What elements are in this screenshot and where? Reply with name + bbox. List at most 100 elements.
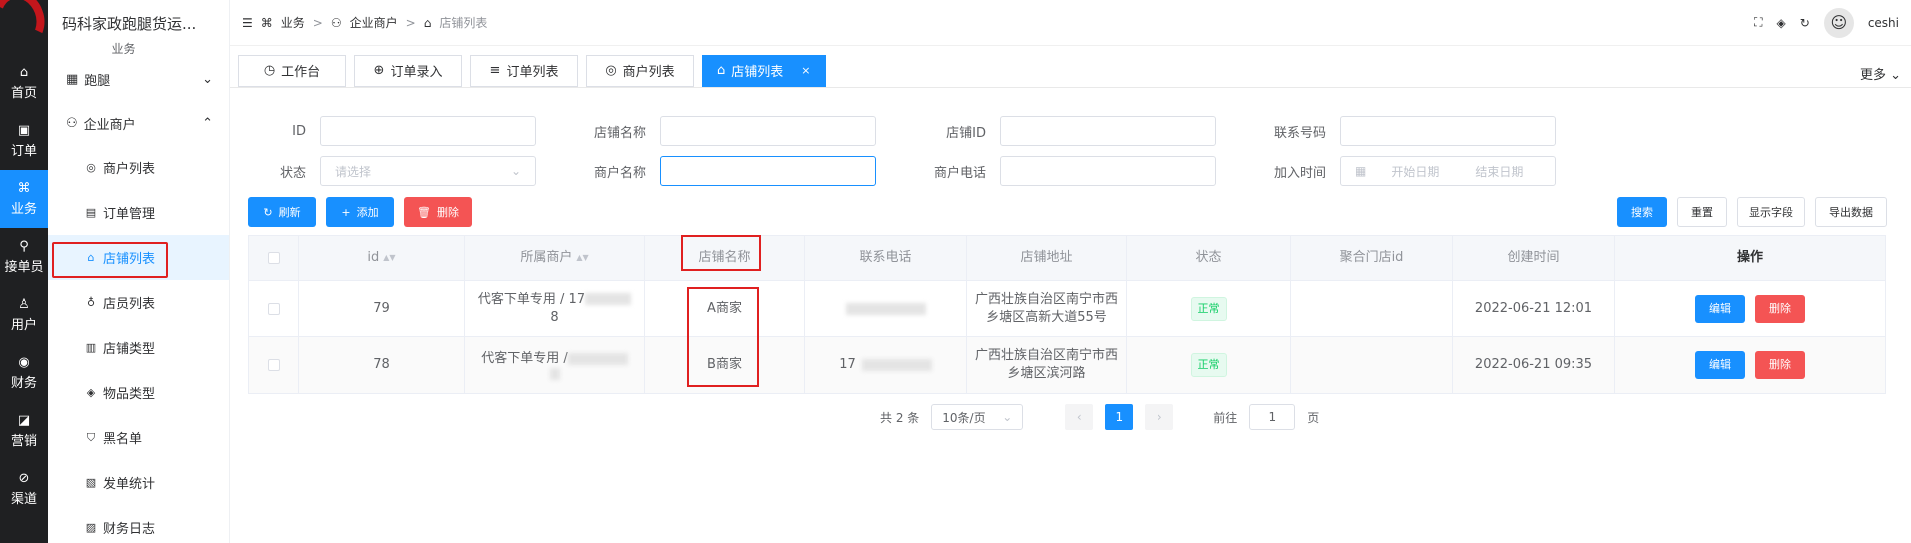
sort-icon[interactable]: ▲▼ (576, 249, 588, 267)
shop-table: id ▲▼ 所属商户 ▲▼ 店铺名称 联系电话 店铺地址 状态 聚合门店id 创建时… (248, 235, 1886, 394)
menu-item-label: 发单统计 (103, 477, 156, 492)
order-icon: ▣ (17, 122, 31, 138)
merchant-text: 代客下单专用 / (481, 351, 568, 366)
page-unit-label: 页 (1307, 410, 1320, 425)
fullscreen-icon[interactable]: ⛶ (1754, 15, 1762, 30)
rail-item-home[interactable]: ⌂ 首页 (0, 54, 48, 112)
rail-item-finance[interactable]: ◉ 财务 (0, 344, 48, 402)
rail-item-orders[interactable]: ▣ 订单 (0, 112, 48, 170)
row-checkbox[interactable] (267, 302, 280, 315)
refresh-button[interactable]: ↻ 刷新 (248, 197, 316, 227)
edit-button[interactable]: 编辑 (1695, 351, 1745, 379)
export-button[interactable]: 导出数据 (1815, 197, 1887, 227)
select-all-checkbox[interactable] (267, 252, 280, 264)
col-status: 状态 (1127, 236, 1291, 280)
menu-item-finance-log[interactable]: ▨ 财务日志 (48, 505, 229, 543)
goto-page-input[interactable]: 1 (1249, 404, 1296, 430)
breadcrumb-item[interactable]: 业务 (281, 14, 305, 31)
theme-icon[interactable]: ◈ (1777, 16, 1786, 30)
tab-order-list[interactable]: ≡ 订单列表 (470, 54, 578, 87)
business-icon: ⌘ (17, 180, 31, 196)
cell-address: 广西壮族自治区南宁市西乡塘区滨河路 (967, 337, 1127, 393)
cell-id: 79 (299, 281, 465, 336)
button-label: 显示字段 (1749, 206, 1793, 219)
rail-item-users[interactable]: ♙ 用户 (0, 286, 48, 344)
rail-label: 渠道 (10, 491, 37, 507)
shop-id-input[interactable] (1000, 116, 1216, 146)
filter-label: 店铺名称 (593, 125, 646, 141)
row-delete-button[interactable]: 删除 (1755, 351, 1805, 379)
show-fields-button[interactable]: 显示字段 (1737, 197, 1805, 227)
menu-item-stats[interactable]: ▧ 发单统计 (48, 460, 229, 505)
close-icon[interactable]: × (801, 64, 810, 77)
prev-page-button[interactable]: ‹ (1065, 404, 1094, 430)
merchant-crumb-icon: ⚇ (330, 15, 342, 30)
menu-item-shop-list[interactable]: ⌂ 店铺列表 (48, 235, 229, 280)
row-delete-button[interactable]: 删除 (1755, 294, 1805, 323)
menu-group-label: 企业商户 (83, 117, 136, 133)
top-header: ☰ ⌘ 业务 > ⚇ 企业商户 > ⌂ 店铺列表 ⛶ ◈ ↻ ☺ ceshi (230, 0, 1911, 46)
phone-input[interactable] (1340, 116, 1556, 146)
tab-label: 工作台 (281, 65, 321, 80)
chevron-down-icon: ⌄ (1885, 68, 1901, 83)
breadcrumb-item[interactable]: 企业商户 (350, 14, 398, 31)
menu-toggle-icon[interactable]: ☰ (242, 16, 253, 30)
row-checkbox[interactable] (267, 359, 280, 371)
id-input[interactable] (320, 116, 536, 146)
shop-name-input[interactable] (660, 116, 876, 146)
shop-icon: ⌂ (717, 63, 726, 78)
menu-item-label: 店铺类型 (103, 342, 156, 357)
rail-label: 财务 (10, 375, 37, 391)
table-row: 78 代客下单专用 / B商家 17 广西壮族自治区南宁市西乡塘区滨河路 正常 … (249, 337, 1885, 393)
menu-item-goods-type[interactable]: ◈ 物品类型 (48, 370, 229, 415)
tab-order-entry[interactable]: ⊕ 订单录入 (354, 54, 462, 87)
refresh-icon[interactable]: ↻ (1800, 16, 1810, 30)
cell-id: 78 (299, 337, 465, 393)
next-page-button[interactable]: › (1145, 404, 1174, 430)
plus-icon: + (341, 205, 351, 219)
menu-item-blacklist[interactable]: ⛉ 黑名单 (48, 415, 229, 460)
add-button[interactable]: + 添加 (326, 197, 394, 227)
menu-item-clerk-list[interactable]: ♁ 店员列表 (48, 280, 229, 325)
business-crumb-icon: ⌘ (260, 15, 273, 30)
menu-item-merchant-list[interactable]: ◎ 商户列表 (48, 145, 229, 190)
col-phone: 联系电话 (805, 236, 967, 280)
reset-button[interactable]: 重置 (1677, 197, 1727, 227)
chart-icon: ▧ (85, 476, 97, 489)
rail-item-riders[interactable]: ⚲ 接单员 (0, 228, 48, 286)
menu-group-merchant[interactable]: ⚇ 企业商户 ⌃ (48, 101, 229, 145)
status-select[interactable]: 请选择 ⌄ (320, 156, 536, 186)
page-size-select[interactable]: 10条/页 ⌄ (931, 404, 1024, 430)
search-button[interactable]: 搜索 (1617, 197, 1667, 227)
date-range-picker[interactable]: ▦ 开始日期 结束日期 (1340, 156, 1556, 186)
more-tabs-button[interactable]: 更多 ⌄ (1860, 64, 1901, 83)
tab-workbench[interactable]: ◷ 工作台 (238, 54, 346, 87)
tab-shop-list[interactable]: ⌂ 店铺列表 × (702, 54, 826, 87)
col-merchant[interactable]: 所属商户 ▲▼ (465, 236, 645, 280)
merchant-name-input[interactable] (660, 156, 876, 186)
sort-icon[interactable]: ▲▼ (383, 249, 395, 267)
avatar[interactable]: ☺ (1823, 7, 1854, 38)
chevron-down-icon: ⌄ (202, 71, 213, 87)
username[interactable]: ceshi (1868, 16, 1899, 30)
rail-item-marketing[interactable]: ◪ 营销 (0, 402, 48, 460)
pagination: 共 2 条 10条/页 ⌄ ‹ 1 › 前往 1 页 (880, 404, 1319, 430)
merchant-icon: ◎ (605, 63, 617, 78)
table-row: 79 代客下单专用 / 17 8 A商家 广西壮族自治区南宁市西乡塘区高新大道5… (249, 281, 1885, 337)
page-number[interactable]: 1 (1105, 404, 1134, 430)
delete-button[interactable]: 🗑 删除 (404, 197, 472, 227)
menu-item-order-manage[interactable]: ▤ 订单管理 (48, 190, 229, 235)
menu-group-errand[interactable]: ▦ 跑腿 ⌄ (48, 57, 229, 101)
col-id[interactable]: id ▲▼ (299, 236, 465, 280)
menu-item-shop-type[interactable]: ▥ 店铺类型 (48, 325, 229, 370)
tab-merchant-list[interactable]: ◎ 商户列表 (586, 54, 694, 87)
rail-item-business[interactable]: ⌘ 业务 (0, 170, 48, 228)
filter-shop-id: 店铺ID (910, 116, 1216, 146)
edit-button[interactable]: 编辑 (1695, 294, 1745, 323)
merchant-phone-input[interactable] (1000, 156, 1216, 186)
shield-icon: ⛉ (86, 430, 96, 444)
tabs-bar: ◷ 工作台 ⊕ 订单录入 ≡ 订单列表 ◎ 商户列表 ⌂ 店铺列表 × 更多 ⌄ (230, 54, 1911, 88)
cell-created: 2022-06-21 09:35 (1453, 337, 1615, 393)
refresh-icon: ↻ (263, 205, 273, 219)
rail-item-channel[interactable]: ⊘ 渠道 (0, 460, 48, 518)
